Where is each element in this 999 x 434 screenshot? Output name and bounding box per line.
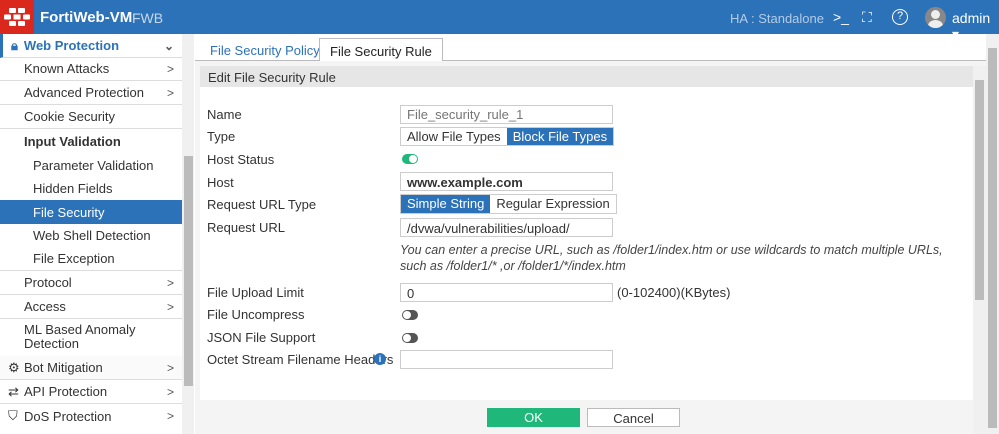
host-field[interactable]: www.example.com	[400, 172, 613, 191]
sidebar-item-ml-anomaly-detection[interactable]: ML Based Anomaly Detection	[0, 319, 150, 355]
sidebar-item-bot-mitigation[interactable]: ⚙︎ Bot Mitigation >	[0, 356, 182, 380]
chevron-right-icon: >	[166, 360, 174, 375]
sidebar-item-label: Cookie Security	[24, 109, 116, 124]
form-scrollbar[interactable]	[973, 66, 986, 434]
tab-file-security-policy[interactable]: File Security Policy	[200, 38, 330, 62]
json-file-support-label: JSON File Support	[207, 330, 316, 345]
request-url-type-label: Request URL Type	[207, 197, 317, 212]
sidebar-item-protocol[interactable]: Protocol >	[0, 271, 182, 295]
chevron-right-icon: >	[166, 299, 174, 314]
ha-label: HA :	[730, 11, 755, 26]
request-url-type-selector: Simple String Regular Expression	[400, 194, 617, 214]
sidebar-item-label: ML Based Anomaly Detection	[24, 322, 136, 351]
sidebar-item-dos-protection[interactable]: ⛉ DoS Protection >	[0, 404, 182, 428]
top-bar: FortiWeb-VM FWB HA : Standalone >_ ⛶ ? a…	[0, 0, 999, 42]
sidebar-item-label: File Security	[33, 204, 105, 220]
cli-console-icon[interactable]: >_	[833, 9, 849, 25]
cancel-button[interactable]: Cancel	[587, 408, 680, 427]
chevron-right-icon: >	[166, 275, 174, 290]
ha-value: Standalone	[758, 11, 824, 26]
request-url-label: Request URL	[207, 220, 286, 235]
info-icon[interactable]: i	[374, 353, 386, 365]
host-status-label: Host Status	[207, 152, 275, 167]
sidebar-item-label: Protocol	[24, 275, 72, 290]
sidebar-item-label: Web Shell Detection	[33, 227, 151, 243]
sidebar-item-web-shell-detection[interactable]: Web Shell Detection	[0, 223, 182, 247]
host-label: Host	[207, 175, 234, 190]
chevron-down-icon: ⌄	[163, 38, 174, 53]
sidebar-item-advanced-protection[interactable]: Advanced Protection >	[0, 81, 182, 105]
device-model: FWB	[132, 10, 164, 26]
section-title: Edit File Security Rule	[200, 66, 973, 87]
sidebar-item-cookie-security[interactable]: Cookie Security	[0, 105, 182, 129]
fullscreen-icon[interactable]: ⛶	[862, 9, 872, 26]
octet-stream-field[interactable]	[400, 350, 613, 369]
ok-button[interactable]: OK	[487, 408, 580, 427]
file-uncompress-label: File Uncompress	[207, 307, 305, 322]
sidebar-item-file-security[interactable]: File Security	[0, 200, 182, 224]
sidebar-item-label: API Protection	[24, 384, 108, 399]
form-scrollbar-thumb[interactable]	[975, 80, 984, 300]
help-icon[interactable]: ?	[892, 9, 908, 25]
lock-icon: 🔒︎	[11, 37, 18, 53]
sidebar-item-hidden-fields[interactable]: Hidden Fields	[0, 176, 182, 200]
name-label: Name	[207, 107, 242, 122]
sidebar-item-input-validation[interactable]: Input Validation	[0, 129, 182, 153]
octet-stream-label: Octet Stream Filename Headers	[207, 352, 394, 367]
sidebar-item-api-protection[interactable]: ⇄ API Protection >	[0, 380, 182, 404]
sidebar-item-label: File Exception	[33, 251, 115, 266]
sidebar-item-web-protection[interactable]: 🔒︎ Web Protection ⌄	[0, 34, 182, 58]
sidebar-item-file-exception[interactable]: File Exception	[0, 247, 182, 271]
page-scrollbar-thumb[interactable]	[988, 48, 997, 428]
sidebar-item-access[interactable]: Access >	[0, 295, 182, 319]
sidebar-item-parameter-validation[interactable]: Parameter Validation	[0, 153, 182, 177]
name-field[interactable]	[400, 105, 613, 124]
sidebar-item-known-attacks[interactable]: Known Attacks >	[0, 57, 182, 81]
fortinet-logo-icon[interactable]	[0, 0, 34, 34]
block-file-types-option[interactable]: Block File Types	[506, 128, 614, 145]
sidebar-item-label: Bot Mitigation	[24, 360, 103, 375]
json-file-support-toggle[interactable]	[402, 333, 418, 343]
file-uncompress-toggle[interactable]	[402, 310, 418, 320]
sidebar-item-label: Advanced Protection	[24, 85, 144, 100]
tab-file-security-rule[interactable]: File Security Rule	[319, 38, 443, 62]
host-status-toggle[interactable]	[402, 154, 418, 164]
sidebar-item-label: Parameter Validation	[33, 157, 154, 173]
chevron-right-icon: >	[166, 61, 174, 76]
user-name: admin	[952, 10, 991, 26]
sidebar-item-label: Access	[24, 299, 66, 314]
sidebar-item-label: Web Protection	[23, 38, 120, 53]
simple-string-option[interactable]: Simple String	[401, 195, 491, 213]
avatar[interactable]	[925, 7, 946, 28]
gears-icon: ⚙︎	[8, 359, 20, 375]
page-scrollbar[interactable]	[986, 34, 999, 434]
app-title: FortiWeb-VM	[40, 9, 133, 26]
regular-expression-option[interactable]: Regular Expression	[490, 195, 615, 213]
sidebar: 🔒︎ Web Protection ⌄ Known Attacks > Advance…	[0, 34, 182, 434]
sidebar-scrollbar-thumb[interactable]	[184, 156, 193, 386]
chevron-right-icon: >	[166, 409, 174, 423]
sidebar-item-label: Known Attacks	[24, 61, 110, 76]
request-url-hint: You can enter a precise URL, such as /fo…	[400, 243, 943, 273]
type-label: Type	[207, 129, 236, 144]
exchange-arrows-icon: ⇄	[8, 383, 19, 399]
sidebar-item-label: Hidden Fields	[33, 180, 113, 196]
sidebar-item-label: DoS Protection	[24, 408, 112, 424]
allow-file-types-option[interactable]: Allow File Types	[401, 128, 507, 145]
sidebar-item-label: Input Validation	[24, 133, 121, 149]
type-selector: Allow File Types Block File Types	[400, 127, 615, 146]
file-upload-limit-label: File Upload Limit	[207, 285, 304, 300]
request-url-field[interactable]: /dvwa/vulnerabilities/upload/	[400, 218, 613, 237]
file-upload-limit-range: (0-102400)(KBytes)	[617, 285, 731, 300]
chevron-right-icon: >	[166, 384, 174, 399]
ha-status: HA : Standalone	[730, 11, 824, 26]
shield-icon: ⛉	[8, 408, 18, 423]
tab-bar: File Security Policy File Security Rule	[195, 34, 999, 62]
file-upload-limit-field[interactable]: 0	[400, 283, 613, 302]
chevron-right-icon: >	[166, 85, 174, 100]
